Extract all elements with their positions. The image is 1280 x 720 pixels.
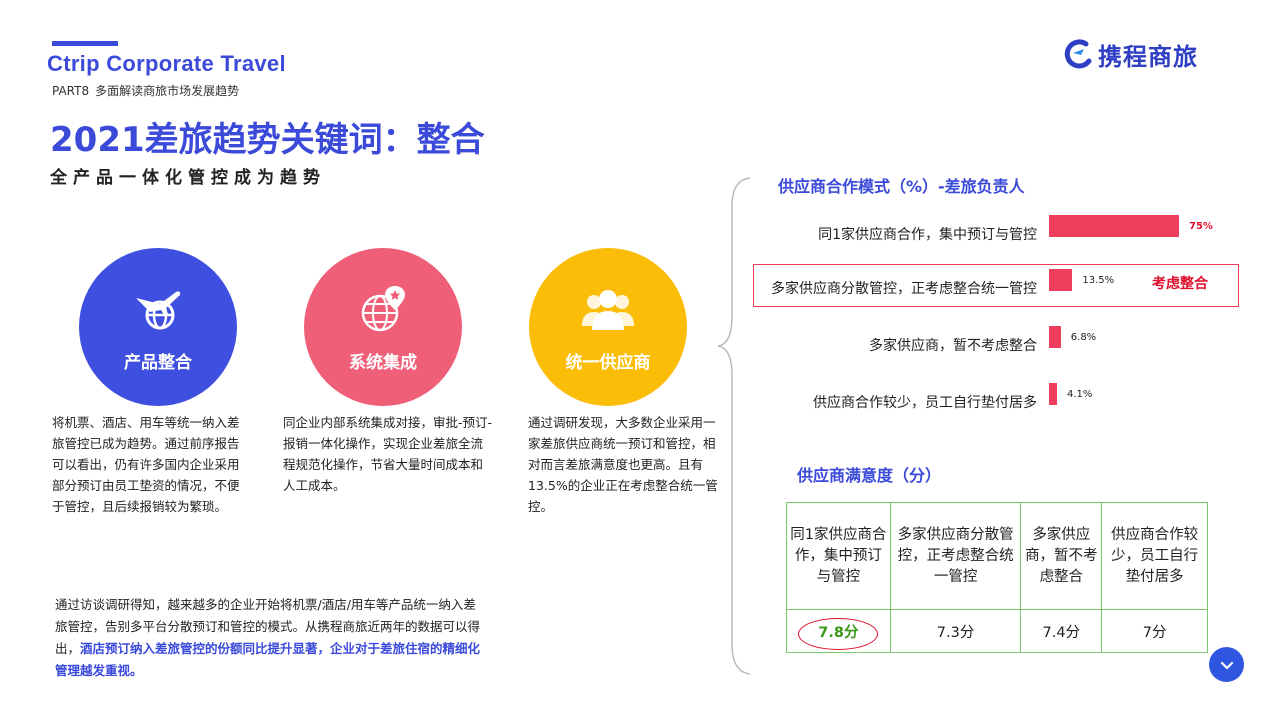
note-highlight: 酒店预订纳入差旅管控的份额同比提升显著，企业对于差旅住宿的精细化管理越发重视。 (55, 641, 481, 678)
logo-text: 携程商旅 (1098, 42, 1198, 71)
bar-category-label: 同1家供应商合作，集中预订与管控 (818, 227, 1037, 243)
feature-label: 产品整合 (124, 352, 192, 373)
satisfaction-value: 7.8分 (818, 624, 859, 641)
part-number: PART8 (52, 84, 90, 98)
bar-value-label: 6.8% (1070, 332, 1097, 343)
satisfaction-title: 供应商满意度（分） (797, 466, 942, 485)
bar-value-label: 75% (1189, 221, 1213, 232)
table-row: 7.8分 7.3分 7.4分 7分 (786, 609, 1208, 653)
feature-unified-supplier: 统一供应商 (529, 248, 687, 406)
feature-product-integration: 产品整合 (79, 248, 237, 406)
satisfaction-table: 同1家供应商合作，集中预订与管控 多家供应商分散管控，正考虑整合统一管控 多家供… (786, 502, 1208, 653)
bar-value-label: 4.1% (1067, 389, 1093, 400)
bar-mark (1049, 383, 1057, 405)
plane-globe-icon (136, 290, 181, 329)
feature-description: 通过调研发现，大多数企业采用一家差旅供应商统一预订和管控，相对而言差旅满意度也更… (528, 415, 718, 514)
section-label: PART8 多面解读商旅市场发展趋势 (52, 82, 239, 99)
table-cell-best: 7.8分 (786, 609, 891, 653)
bar-mark (1049, 215, 1179, 237)
feature-description: 将机票、酒店、用车等统一纳入差旅管控已成为趋势。通过前序报告可以看出，仍有许多国… (52, 415, 240, 514)
bar-mark (1049, 269, 1073, 291)
ctrip-logo-icon (1064, 39, 1092, 69)
table-header-row: 同1家供应商合作，集中预订与管控 多家供应商分散管控，正考虑整合统一管控 多家供… (786, 502, 1208, 610)
bar-category-label: 多家供应商分散管控，正考虑整合统一管控 (771, 281, 1037, 297)
feature-description: 同企业内部系统集成对接，审批-预订-报销一体化操作，实现企业差旅全流程规范化操作… (283, 415, 493, 493)
bar-category-label: 多家供应商，暂不考虑整合 (869, 338, 1037, 354)
chevron-down-icon (1220, 661, 1233, 669)
satisfaction-value: 7.4分 (1020, 609, 1103, 653)
people-group-icon (582, 289, 634, 330)
ctrip-logo: 携程商旅 (1064, 34, 1198, 74)
globe-pin-icon (361, 285, 405, 331)
satisfaction-value: 7.3分 (889, 609, 1022, 653)
page-subtitle: 全产品一体化管控成为趋势 (50, 168, 326, 188)
part-title: 多面解读商旅市场发展趋势 (95, 84, 240, 98)
table-header-cell: 多家供应商，暂不考虑整合 (1020, 502, 1103, 610)
interview-note: 通过访谈调研得知，越来越多的企业开始将机票/酒店/用车等产品统一纳入差旅管控，告… (55, 594, 487, 682)
bar-value-label: 13.5% (1082, 275, 1115, 286)
curly-bracket (717, 177, 751, 675)
bar-category-label: 供应商合作较少，员工自行垫付居多 (813, 395, 1037, 411)
page-title: 2021差旅趋势关键词：整合 (50, 120, 485, 160)
scroll-down-button[interactable] (1209, 647, 1244, 682)
brand-title: Ctrip Corporate Travel (47, 51, 286, 76)
header-accent-bar (52, 41, 118, 46)
table-header-cell: 供应商合作较少，员工自行垫付居多 (1101, 502, 1208, 610)
consider-integration-callout: 考虑整合 (1152, 276, 1208, 292)
bar-mark (1049, 326, 1061, 348)
satisfaction-value: 7分 (1101, 609, 1208, 653)
table-header-cell: 同1家供应商合作，集中预订与管控 (786, 502, 891, 610)
supplier-mode-title: 供应商合作模式（%）-差旅负责人 (778, 177, 1025, 196)
feature-label: 系统集成 (349, 352, 417, 373)
feature-system-integration: 系统集成 (304, 248, 462, 406)
table-header-cell: 多家供应商分散管控，正考虑整合统一管控 (889, 502, 1022, 610)
feature-label: 统一供应商 (565, 352, 651, 373)
